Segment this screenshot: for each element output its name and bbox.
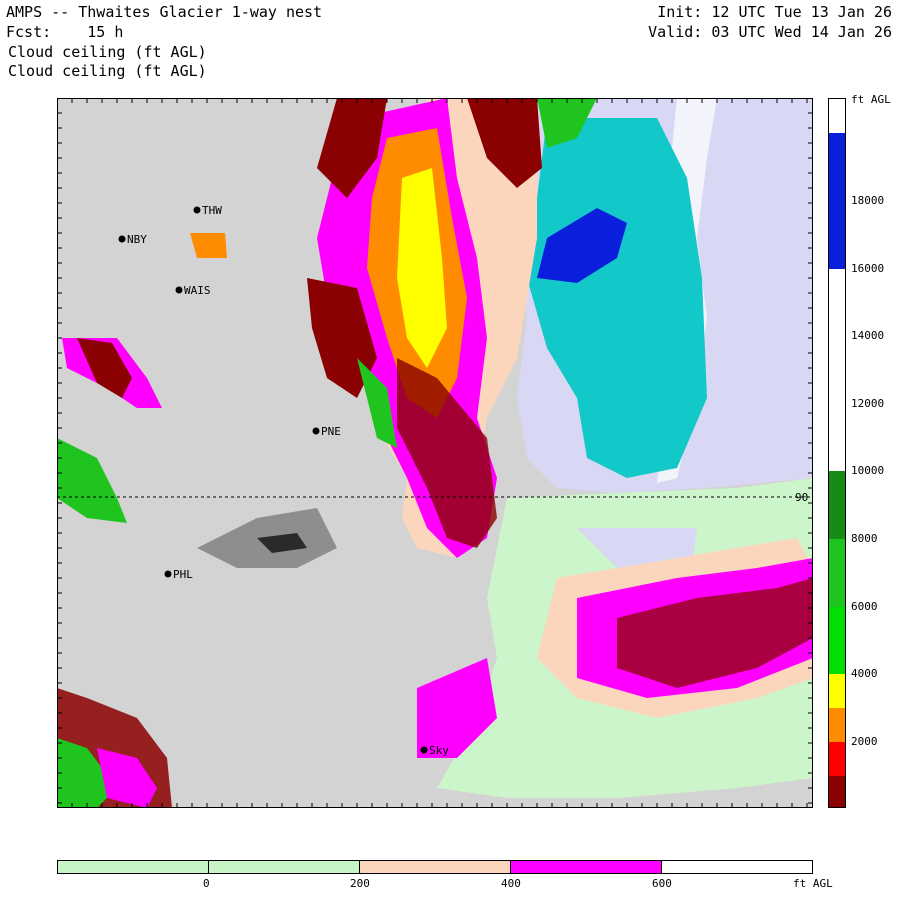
- bottom-colorbar-segment: [58, 861, 209, 873]
- colorbar-units: ft AGL: [851, 93, 891, 106]
- station-dot-phl: [164, 570, 172, 578]
- bottom-colorbar-segment: [360, 861, 511, 873]
- bottom-colorbar-segment: [209, 861, 360, 873]
- station-label-pne: PNE: [321, 425, 341, 438]
- station-label-phl: PHL: [173, 568, 193, 581]
- colorbar-segment: [829, 539, 845, 607]
- colorbar-tick-label: 2000: [851, 735, 878, 748]
- colorbar-tick-label: 12000: [851, 397, 885, 410]
- bottom-colorbar-segment: [511, 861, 662, 873]
- valid-time: Valid: 03 UTC Wed 14 Jan 26: [648, 23, 892, 41]
- colorbar-segment: [829, 99, 845, 133]
- field-name-secondary: Cloud ceiling (ft AGL): [8, 62, 207, 80]
- colorbar-tick-label: 10000: [851, 464, 885, 477]
- colorbar-segment: [829, 607, 845, 674]
- station-label-sky: Sky: [429, 744, 449, 757]
- map-panel: 90 W THW NBY WAIS PNE PHL Sky: [57, 98, 813, 808]
- colorbar-tick-label: 18000: [851, 194, 885, 207]
- bottom-colorbar-tick-label: 600: [652, 877, 672, 890]
- station-dot-pne: [312, 427, 320, 435]
- cloud-ceiling-map: 90 W THW NBY WAIS PNE PHL Sky: [57, 98, 813, 808]
- colorbar-segment: [829, 133, 845, 269]
- bottom-colorbar-tick-label: 200: [350, 877, 370, 890]
- station-dot-wais: [175, 286, 183, 294]
- meridian-label: 90 W: [795, 491, 813, 504]
- colorbar-tick-label: 6000: [851, 600, 878, 613]
- forecast-hour: Fcst: 15 h: [6, 23, 124, 41]
- colorbar-segment: [829, 471, 845, 539]
- colorbar-segment: [829, 776, 845, 807]
- colorbar-tick-label: 16000: [851, 262, 885, 275]
- field-name: Cloud ceiling (ft AGL): [8, 43, 207, 61]
- bottom-colorbar-units: ft AGL: [793, 877, 833, 890]
- station-label-thw: THW: [202, 204, 222, 217]
- colorbar-segment: [829, 269, 845, 471]
- colorbar-vertical: [828, 98, 846, 808]
- station-label-wais: WAIS: [184, 284, 211, 297]
- colorbar-tick-label: 14000: [851, 329, 885, 342]
- station-label-nby: NBY: [127, 233, 147, 246]
- station-dot-sky: [420, 746, 428, 754]
- colorbar-segment: [829, 742, 845, 776]
- colorbar-tick-label: 4000: [851, 667, 878, 680]
- bottom-colorbar-segment: [662, 861, 812, 873]
- colorbar-tick-label: 8000: [851, 532, 878, 545]
- bottom-colorbar-tick-label: 400: [501, 877, 521, 890]
- colorbar-segment: [829, 674, 845, 708]
- init-time: Init: 12 UTC Tue 13 Jan 26: [657, 3, 892, 21]
- colorbar-segment: [829, 708, 845, 742]
- map-title: AMPS -- Thwaites Glacier 1-way nest: [6, 3, 323, 21]
- colorbar-horizontal: [57, 860, 813, 874]
- station-dot-nby: [118, 235, 126, 243]
- bottom-colorbar-tick-label: 0: [203, 877, 210, 890]
- station-dot-thw: [193, 206, 201, 214]
